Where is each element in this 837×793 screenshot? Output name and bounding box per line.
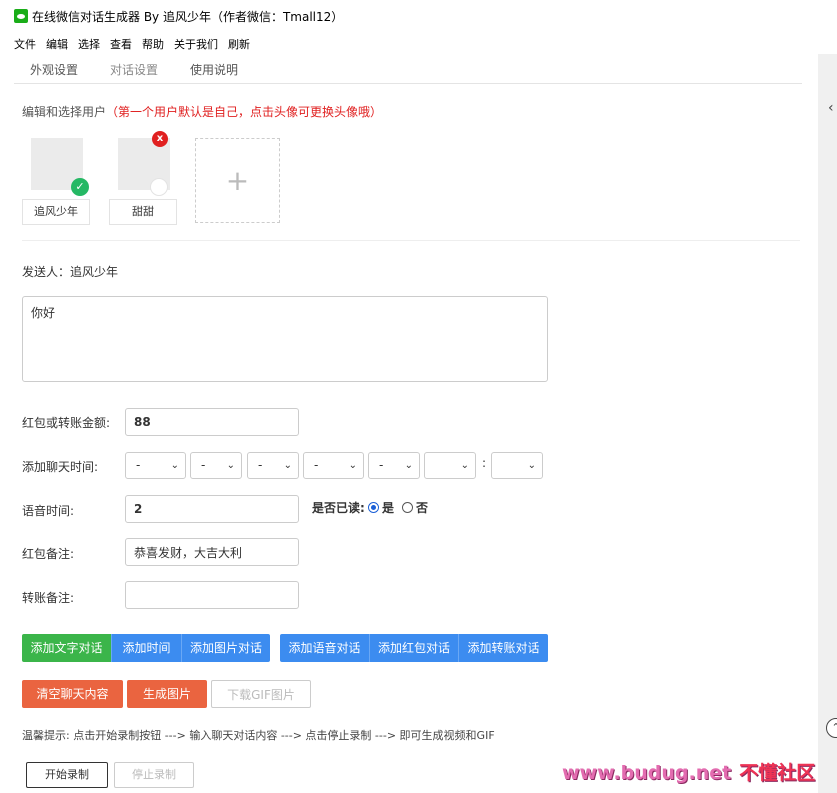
time-select-value: - [314,458,319,472]
amount-input[interactable] [125,408,299,436]
menu-select[interactable]: 选择 [78,36,100,54]
amount-label: 红包或转账金额: [22,416,111,430]
voice-time-label: 语音时间: [22,504,75,518]
chevron-down-icon: ⌄ [460,460,469,471]
chevron-down-icon: ⌄ [170,460,179,471]
message-input[interactable] [22,296,548,382]
tip-text: 温馨提示: 点击开始录制按钮 ---> 输入聊天对话内容 ---> 点击停止录制… [22,729,495,742]
plus-icon: + [225,164,250,197]
watermark-url: www.budug.net [562,762,732,784]
watermark-cn: 不懂社区 [739,762,816,784]
chevron-down-icon: ⌄ [348,460,357,471]
menu-about[interactable]: 关于我们 [174,36,218,54]
tab-bar: 外观设置 对话设置 使用说明 [14,56,802,84]
add-time-button[interactable]: 添加时间 [111,634,181,662]
time-select-value: - [201,458,206,472]
radio-read-no[interactable]: 否 [402,499,428,516]
time-select-weekday[interactable]: - ⌄ [303,452,364,479]
menu-edit[interactable]: 编辑 [46,36,68,54]
time-select-value: - [258,458,263,472]
chevron-down-icon: ⌄ [404,460,413,471]
clear-chat-button[interactable]: 清空聊天内容 [22,680,123,708]
time-select-value: - [136,458,141,472]
time-select-day[interactable]: - ⌄ [247,452,299,479]
add-text-button[interactable]: 添加文字对话 [22,634,111,662]
radio-label: 否 [416,501,429,515]
transfer-note-label: 转账备注: [22,591,75,605]
start-record-button[interactable]: 开始录制 [26,762,108,788]
tab-appearance[interactable]: 外观设置 [14,56,94,83]
divider [22,240,800,241]
tab-instructions[interactable]: 使用说明 [174,56,254,83]
wechat-logo-icon [14,9,28,23]
time-select-hour[interactable]: ⌄ [424,452,476,479]
menu-bar: 文件 编辑 选择 查看 帮助 关于我们 刷新 [0,36,260,54]
sender-label: 发送人： [22,265,71,279]
user-name: 追风少年 [22,199,90,225]
select-user-icon[interactable] [150,178,168,196]
title-bar: 在线微信对话生成器 By 追风少年（作者微信：Tmall12） [0,0,837,32]
tab-dialog[interactable]: 对话设置 [94,56,174,83]
chevron-down-icon: ⌄ [527,460,536,471]
delete-user-icon[interactable]: x [152,131,168,147]
stop-record-button[interactable]: 停止录制 [114,762,194,788]
user-card-self[interactable]: ✓ 追风少年 [22,138,90,225]
radio-read-yes[interactable]: 是 [368,499,394,516]
add-voice-button[interactable]: 添加语音对话 [280,634,369,662]
redpacket-note-input[interactable] [125,538,299,566]
radio-checked-icon [368,502,379,513]
read-status-label: 是否已读: [312,501,365,515]
time-select-period[interactable]: - ⌄ [368,452,420,479]
radio-unchecked-icon [402,502,413,513]
sender-name: 追风少年 [70,265,119,279]
sender: 发送人：追风少年 [22,263,118,280]
add-image-button[interactable]: 添加图片对话 [181,634,270,662]
transfer-note-input[interactable] [125,581,299,609]
generate-image-button[interactable]: 生成图片 [127,680,207,708]
user-card-other[interactable]: x 甜甜 [109,131,177,225]
watermark: www.budug.net 不懂社区 [562,758,815,785]
time-select-year[interactable]: - ⌄ [125,452,186,479]
window-title: 在线微信对话生成器 By 追风少年（作者微信：Tmall12） [32,9,344,24]
users-hint: （第一个用户默认是自己，点击头像可更换头像哦） [106,105,383,119]
time-colon: : [482,456,487,470]
scrollbar[interactable] [818,54,837,793]
redpacket-note-label: 红包备注: [22,547,75,561]
menu-file[interactable]: 文件 [14,36,36,54]
chat-time-label: 添加聊天时间: [22,460,99,474]
add-user-button[interactable]: + [195,138,280,223]
voice-time-input[interactable] [125,495,299,523]
menu-view[interactable]: 查看 [110,36,132,54]
radio-label: 是 [382,501,395,515]
chevron-left-icon[interactable]: ‹ [828,100,834,116]
download-gif-button[interactable]: 下载GIF图片 [211,680,311,708]
user-name: 甜甜 [109,199,177,225]
add-transfer-button[interactable]: 添加转账对话 [458,634,548,662]
add-redpacket-button[interactable]: 添加红包对话 [369,634,458,662]
check-icon: ✓ [71,178,89,196]
users-heading: 编辑和选择用户（第一个用户默认是自己，点击头像可更换头像哦） [22,103,382,120]
users-heading-text: 编辑和选择用户 [22,105,107,119]
menu-help[interactable]: 帮助 [142,36,164,54]
menu-refresh[interactable]: 刷新 [228,36,250,54]
time-select-value: - [379,458,384,472]
time-select-minute[interactable]: ⌄ [491,452,543,479]
chevron-down-icon: ⌄ [283,460,292,471]
chevron-down-icon: ⌄ [226,460,235,471]
time-select-month[interactable]: - ⌄ [190,452,242,479]
